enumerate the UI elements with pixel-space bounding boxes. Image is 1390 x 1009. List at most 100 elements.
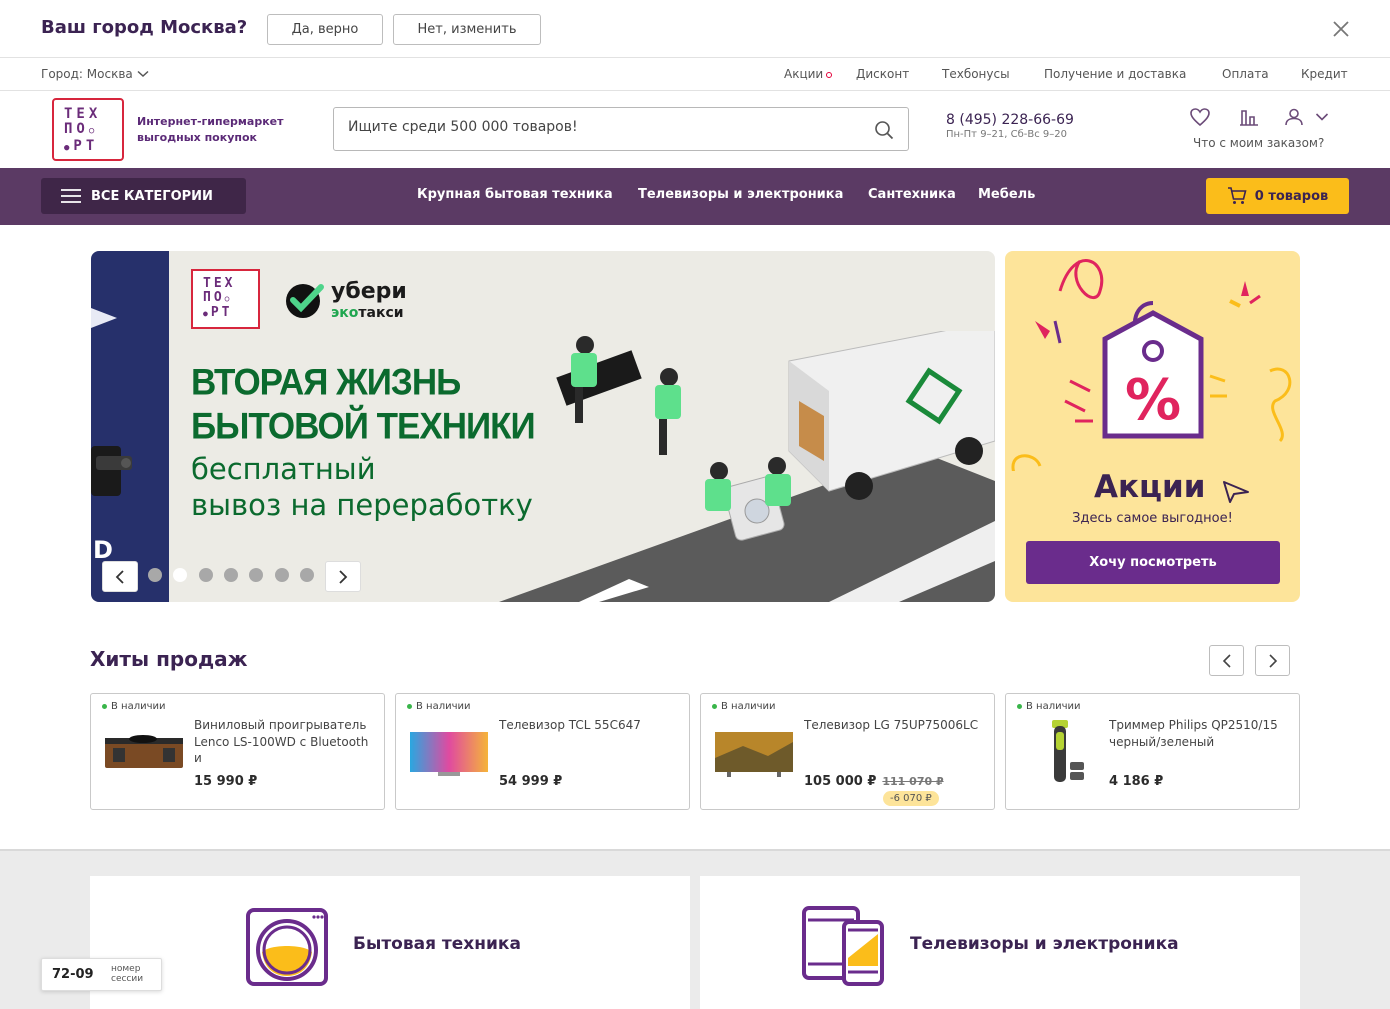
- product-card[interactable]: В наличии Телевизор LG 75UP75006LC 105 0…: [700, 693, 995, 810]
- product-card[interactable]: В наличии Виниловый проигрыватель Lenco …: [90, 693, 385, 810]
- slider-dot[interactable]: [224, 568, 238, 582]
- banner-previous-slide[interactable]: D: [91, 251, 171, 602]
- slider-next-button[interactable]: [325, 561, 361, 592]
- product-image-tv-lg: [715, 732, 793, 777]
- slider-dot-active[interactable]: [173, 568, 187, 582]
- appliance-image: [91, 446, 132, 496]
- nav-link-plumbing[interactable]: Сантехника: [868, 187, 956, 202]
- stock-label: В наличии: [111, 701, 166, 712]
- site-logo[interactable]: ТЕХ ПО○ ●РТ: [52, 98, 124, 161]
- session-label: номер сессии: [111, 964, 143, 984]
- slider-prev-button[interactable]: [102, 561, 138, 592]
- product-image-tv-tcl: [410, 732, 488, 776]
- tagline-line-2: выгодных покупок: [137, 131, 257, 144]
- promo-view-button[interactable]: Хочу посмотреть: [1026, 541, 1280, 584]
- top-link-delivery[interactable]: Получение и доставка: [1044, 67, 1186, 81]
- top-links-bar: Город: Москва Акции Дисконт Техбонусы По…: [0, 59, 1390, 91]
- top-link-discount[interactable]: Дисконт: [856, 67, 909, 81]
- product-price: 15 990 ₽: [194, 774, 257, 789]
- slider-dot[interactable]: [148, 568, 162, 582]
- banner-sub-line-2: вывоз на переработку: [191, 488, 533, 522]
- promo-title: Акции: [1094, 469, 1206, 505]
- banner-subheadline: бесплатный вывоз на переработку: [191, 451, 533, 523]
- promo-card[interactable]: % Акции Здесь самое выгодное! Хочу посмо…: [1005, 251, 1300, 602]
- top-link-techbonus[interactable]: Техбонусы: [942, 67, 1010, 81]
- menu-icon: [61, 189, 81, 203]
- product-name[interactable]: Телевизор LG 75UP75006LC: [804, 717, 984, 767]
- search-input[interactable]: [348, 119, 848, 135]
- city-change-button[interactable]: Нет, изменить: [393, 14, 541, 45]
- product-name[interactable]: Виниловый проигрыватель Lenco LS-100WD с…: [194, 717, 374, 767]
- slider-dot[interactable]: [275, 568, 289, 582]
- top-link-promos[interactable]: Акции: [784, 67, 833, 81]
- cart-count-label: 0 товаров: [1254, 188, 1329, 204]
- city-selector[interactable]: Город: Москва: [41, 67, 149, 81]
- category-card-appliances[interactable]: Бытовая техника: [90, 876, 690, 1009]
- logo-line-2: ПО○: [64, 121, 99, 137]
- hero-banner[interactable]: ТЕХ ПО○ ●РТ убери экотакси ВТОРАЯ ЖИЗНЬ …: [169, 251, 995, 602]
- banner-headline-line-2: БЫТОВОЙ ТЕХНИКИ: [191, 406, 536, 447]
- in-stock-dot-icon: [712, 704, 717, 709]
- product-card[interactable]: В наличии Триммер Philips QP2510/15 черн…: [1005, 693, 1300, 810]
- search-icon[interactable]: [874, 120, 894, 140]
- product-price: 105 000 ₽ 111 070 ₽: [804, 774, 944, 789]
- search-box: [333, 107, 909, 151]
- banner-logo-line-1: ТЕХ: [203, 276, 236, 291]
- discount-badge: -6 070 ₽: [883, 791, 939, 806]
- category-nav: ВСЕ КАТЕГОРИИ Крупная бытовая техника Те…: [0, 168, 1390, 225]
- close-icon[interactable]: [1330, 18, 1352, 40]
- hits-prev-button[interactable]: [1209, 645, 1244, 676]
- cart-icon: [1227, 187, 1247, 204]
- all-categories-label: ВСЕ КАТЕГОРИИ: [91, 188, 213, 204]
- category-card-title: Бытовая техника: [353, 934, 521, 954]
- in-stock-dot-icon: [102, 704, 107, 709]
- phone-number[interactable]: 8 (495) 228-66-69: [946, 112, 1074, 128]
- product-name[interactable]: Триммер Philips QP2510/15 черный/зеленый: [1109, 717, 1289, 767]
- svg-text:%: %: [1125, 368, 1181, 433]
- product-card[interactable]: В наличии Телевизор TCL 55C647 54 999 ₽: [395, 693, 690, 810]
- heart-icon[interactable]: [1189, 107, 1211, 127]
- new-indicator-icon: [826, 71, 833, 78]
- product-name[interactable]: Телевизор TCL 55C647: [499, 717, 679, 767]
- chevron-down-icon: [137, 70, 149, 78]
- tablet-phone-icon: [802, 906, 884, 986]
- product-price: 54 999 ₽: [499, 774, 562, 789]
- top-link-promos-label: Акции: [784, 67, 824, 81]
- washing-machine-icon: [246, 908, 328, 986]
- chevron-down-icon[interactable]: [1315, 112, 1329, 122]
- banner-logo-line-2: ПО○: [203, 290, 233, 305]
- slider-dot[interactable]: [249, 568, 263, 582]
- site-tagline: Интернет-гипермаркет выгодных покупок: [137, 114, 284, 146]
- product-old-price: 111 070 ₽: [882, 775, 944, 788]
- city-selector-label: Город: Москва: [41, 67, 133, 81]
- top-link-payment[interactable]: Оплата: [1222, 67, 1269, 81]
- arrow-decoration-icon: [91, 308, 117, 328]
- slider-dot[interactable]: [300, 568, 314, 582]
- nav-link-furniture[interactable]: Мебель: [978, 187, 1035, 202]
- category-card-tv-electronics[interactable]: Телевизоры и электроника: [700, 876, 1300, 1009]
- banner-headline-line-1: ВТОРАЯ ЖИЗНЬ: [191, 361, 461, 403]
- chevron-left-icon: [1222, 653, 1231, 668]
- user-icon[interactable]: [1284, 107, 1304, 127]
- eco-brand-subtitle: экотакси: [331, 305, 404, 321]
- all-categories-button[interactable]: ВСЕ КАТЕГОРИИ: [41, 178, 246, 214]
- session-number: 72-09: [52, 967, 94, 982]
- previous-slide-text: D: [93, 536, 113, 564]
- nav-link-tv-electronics[interactable]: Телевизоры и электроника: [638, 187, 843, 202]
- city-confirm-button[interactable]: Да, верно: [267, 14, 383, 45]
- stock-label: В наличии: [721, 701, 776, 712]
- logo-line-1: ТЕХ: [64, 106, 102, 122]
- product-image-trimmer: [1052, 720, 1084, 782]
- slider-dot[interactable]: [199, 568, 213, 582]
- compare-icon[interactable]: [1238, 108, 1260, 126]
- stock-status: В наличии: [407, 701, 471, 712]
- category-card-title: Телевизоры и электроника: [910, 934, 1179, 954]
- chevron-right-icon: [339, 569, 348, 584]
- banner-sub-line-1: бесплатный: [191, 452, 376, 486]
- nav-link-large-appliances[interactable]: Крупная бытовая техника: [417, 187, 613, 202]
- hits-next-button[interactable]: [1255, 645, 1290, 676]
- top-link-credit[interactable]: Кредит: [1301, 67, 1348, 81]
- order-status-link[interactable]: Что с моим заказом?: [1193, 136, 1324, 150]
- cart-button[interactable]: 0 товаров: [1206, 178, 1349, 214]
- product-image-turntable: [105, 735, 183, 768]
